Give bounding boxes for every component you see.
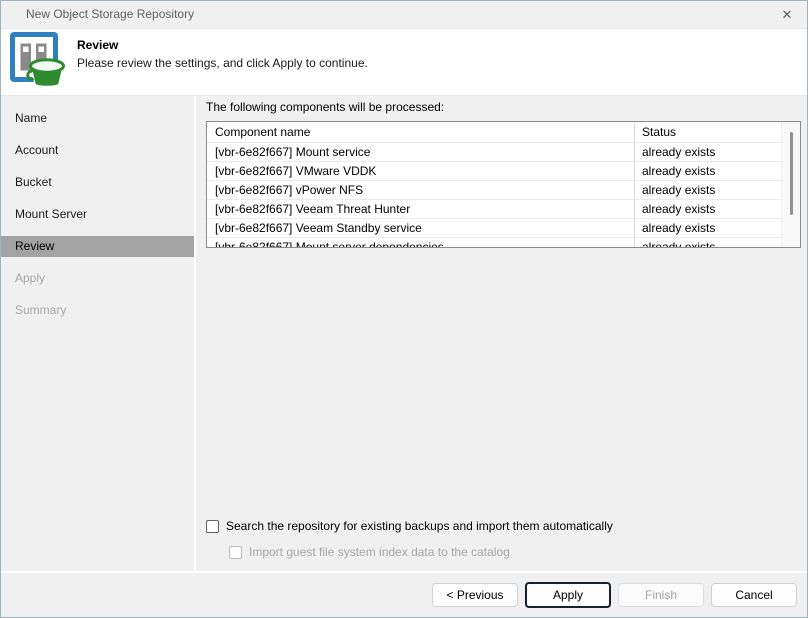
status-cell: already exists — [634, 162, 781, 180]
finish-button: Finish — [618, 583, 704, 607]
review-step-content: The following components will be process… — [196, 96, 807, 573]
component-name-cell: [vbr-6e82f667] Veeam Threat Hunter — [207, 200, 634, 218]
checkbox-label: Import guest file system index data to t… — [249, 545, 510, 559]
status-cell: already exists — [634, 181, 781, 199]
sidebar-step-label: Summary — [15, 303, 66, 317]
sidebar-item-summary: Summary — [1, 300, 194, 321]
search-repository-checkbox[interactable] — [206, 520, 219, 533]
components-table: Component name Status [vbr-6e82f667] Mou… — [206, 121, 801, 248]
step-title: Review — [77, 38, 118, 52]
object-storage-repository-icon — [9, 31, 67, 91]
table-row[interactable]: [vbr-6e82f667] Veeam Standby service alr… — [207, 218, 781, 237]
window-title: New Object Storage Repository — [26, 1, 194, 28]
table-vertical-scrollbar[interactable] — [781, 122, 800, 247]
scrollbar-thumb[interactable] — [790, 132, 793, 215]
component-name-cell: [vbr-6e82f667] VMware VDDK — [207, 162, 634, 180]
table-row[interactable]: [vbr-6e82f667] Veeam Threat Hunter alrea… — [207, 199, 781, 218]
sidebar-step-label: Account — [15, 143, 58, 157]
sidebar-step-label: Bucket — [15, 175, 52, 189]
status-cell: already exists — [634, 200, 781, 218]
checkbox-row-0: Search the repository for existing backu… — [206, 519, 613, 533]
table-header-row: Component name Status — [207, 122, 781, 142]
sidebar-item-review[interactable]: Review — [1, 236, 194, 257]
component-name-cell: [vbr-6e82f667] Mount service — [207, 143, 634, 161]
sidebar-step-label: Name — [15, 111, 47, 125]
component-name-cell: [vbr-6e82f667] Mount server dependencies — [207, 238, 634, 247]
sidebar-step-label: Mount Server — [15, 207, 87, 221]
sidebar-item-apply: Apply — [1, 268, 194, 289]
column-header-component-name[interactable]: Component name — [207, 122, 634, 142]
table-row[interactable]: [vbr-6e82f667] Mount server dependencies… — [207, 237, 781, 247]
new-object-storage-repository-dialog: New Object Storage Repository ✕ Review P… — [0, 0, 808, 618]
wizard-body: Name Account Bucket Mount Server Review Apply… — [1, 96, 807, 573]
sidebar-item-bucket[interactable]: Bucket — [1, 172, 194, 193]
sidebar-item-account[interactable]: Account — [1, 140, 194, 161]
previous-button[interactable]: < Previous — [432, 583, 518, 607]
wizard-header: Review Please review the settings, and c… — [1, 29, 807, 96]
sidebar-item-mount-server[interactable]: Mount Server — [1, 204, 194, 225]
status-cell: already exists — [634, 219, 781, 237]
status-cell: already exists — [634, 143, 781, 161]
table-row[interactable]: [vbr-6e82f667] VMware VDDK already exist… — [207, 161, 781, 180]
component-name-cell: [vbr-6e82f667] vPower NFS — [207, 181, 634, 199]
components-table-rows: Component name Status [vbr-6e82f667] Mou… — [207, 122, 781, 247]
apply-button[interactable]: Apply — [525, 582, 611, 608]
title-bar: New Object Storage Repository ✕ — [1, 1, 807, 29]
column-header-status[interactable]: Status — [634, 122, 781, 142]
wizard-steps-sidebar: Name Account Bucket Mount Server Review Apply… — [1, 96, 194, 573]
close-icon[interactable]: ✕ — [777, 6, 797, 24]
checkbox-label: Search the repository for existing backu… — [226, 519, 613, 533]
wizard-footer: < Previous Apply Finish Cancel — [1, 571, 807, 617]
component-name-cell: [vbr-6e82f667] Veeam Standby service — [207, 219, 634, 237]
status-cell: already exists — [634, 238, 781, 247]
table-row[interactable]: [vbr-6e82f667] Mount service already exi… — [207, 142, 781, 161]
sidebar-step-label: Review — [15, 239, 54, 253]
import-index-checkbox — [229, 546, 242, 559]
sidebar-item-name[interactable]: Name — [1, 108, 194, 129]
components-list-label: The following components will be process… — [206, 100, 444, 114]
step-subtitle: Please review the settings, and click Ap… — [77, 56, 368, 70]
sidebar-step-label: Apply — [15, 271, 45, 285]
checkbox-row-1: Import guest file system index data to t… — [229, 545, 510, 559]
table-row[interactable]: [vbr-6e82f667] vPower NFS already exists — [207, 180, 781, 199]
cancel-button[interactable]: Cancel — [711, 583, 797, 607]
